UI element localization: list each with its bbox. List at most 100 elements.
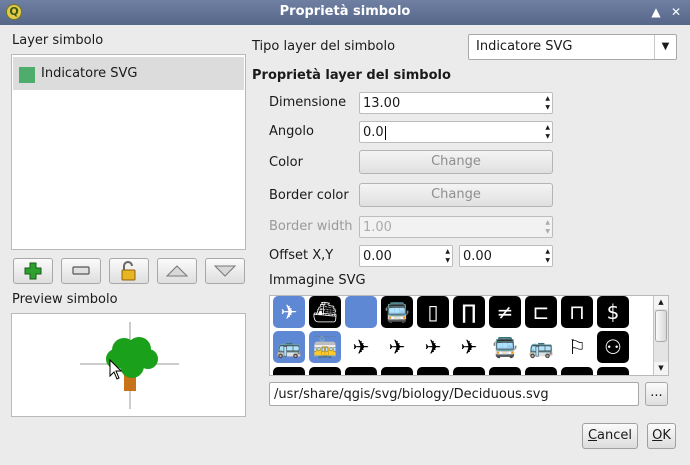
angle-spinbox[interactable]: 0.0 ▲ ▼ [359,121,553,143]
offset-label: Offset X,Y [269,248,334,263]
symbol-icon[interactable] [561,367,593,375]
symbol-preview [11,313,246,417]
add-layer-icon [24,262,42,280]
spin-up-icon[interactable]: ▲ [445,248,450,256]
window-title: Proprietà simbolo [279,4,411,19]
symbol-icon[interactable] [273,367,305,375]
scroll-down-icon[interactable]: ▼ [654,362,668,375]
spin-up-icon[interactable]: ▲ [545,95,550,103]
border-width-value: 1.00 [363,220,392,235]
size-value: 13.00 [363,96,401,111]
offset-y-value: 0.00 [463,249,492,264]
border-width-label: Border width [269,219,353,234]
ok-button[interactable]: OK [647,423,676,449]
symbol-icon[interactable] [489,367,521,375]
symbol-icon[interactable] [381,367,413,375]
tree-preview-icon [80,322,179,409]
blank-icon[interactable] [345,296,377,328]
ok-mnemonic: O [652,428,663,443]
svg-grid-scrollbar[interactable]: ▲ ▼ [653,296,668,375]
section-title: Proprietà layer del simbolo [252,68,451,83]
offset-x-value: 0.00 [363,249,392,264]
spin-down-icon[interactable]: ▼ [545,257,550,265]
airplane-icon[interactable]: ✈ [381,331,413,363]
spin-down-icon[interactable]: ▼ [545,133,550,141]
cancel-mnemonic: C [587,428,598,443]
layers-heading: Layer simbolo [12,33,104,48]
size-spinbox[interactable]: 13.00 ▲ ▼ [359,92,553,114]
scroll-thumb[interactable] [655,310,667,342]
bus-icon[interactable]: 🚌 [273,331,305,363]
add-layer-button[interactable] [13,258,53,284]
move-up-button[interactable] [157,258,197,284]
bus-stop-icon[interactable]: ⚐ [561,331,593,363]
cancel-button[interactable]: Cancel [582,423,638,449]
title-bar: Q Proprietà simbolo ▲ ✕ [0,0,690,25]
money-exchange-icon[interactable]: $ [597,296,629,328]
symbol-type-label: Tipo layer del simbolo [252,39,396,54]
chevron-down-icon: ▼ [654,35,676,59]
svg-path-field[interactable]: /usr/share/qgis/svg/biology/Deciduous.sv… [269,382,639,406]
border-color-change-button[interactable]: Change [359,183,553,207]
border-color-label: Border color [269,188,349,203]
bench-icon[interactable]: ⊓ [561,296,593,328]
gate-icon[interactable]: ∏ [453,296,485,328]
layer-item-label: Indicatore SVG [41,66,138,81]
airplane-icon[interactable]: ✈ [345,331,377,363]
lock-icon [121,261,136,281]
symbol-icon[interactable] [453,367,485,375]
ferry-icon[interactable]: ⛴ [309,296,341,328]
symbol-type-value: Indicatore SVG [476,39,573,54]
remove-layer-icon [72,266,90,275]
text-cursor [384,125,386,140]
symbol-icon[interactable] [597,367,629,375]
no-entry-icon[interactable]: ≠ [489,296,521,328]
airplane-icon[interactable]: ✈ [417,331,449,363]
scroll-up-icon[interactable]: ▲ [654,296,668,309]
color-label: Color [269,155,303,170]
close-icon[interactable]: ✕ [668,4,684,20]
svg-image-grid[interactable]: ✈ ⛴ 🚍 ▯ ∏ ≠ ⊏ ⊓ $ 🚌 🚋 ✈ ✈ ✈ ✈ 🚍 🚌 ⚐ ⚇ [269,295,669,376]
spin-up-icon[interactable]: ▲ [545,124,550,132]
color-change-button[interactable]: Change [359,150,553,174]
angle-value: 0.0 [363,125,384,140]
lock-layer-button[interactable] [109,258,149,284]
symbol-type-select[interactable]: Indicatore SVG ▼ [468,34,677,60]
border-width-spinbox[interactable]: 1.00 ▲ ▼ [359,216,553,238]
remove-layer-button[interactable] [61,258,101,284]
doorway-icon[interactable]: ▯ [417,296,449,328]
spin-down-icon[interactable]: ▼ [445,257,450,265]
people-icon[interactable]: ⚇ [597,331,629,363]
cancel-label: ancel [597,428,633,443]
spin-down-icon: ▼ [545,228,550,235]
ok-label: K [662,428,671,443]
layer-item-svg-marker[interactable]: Indicatore SVG [13,57,244,90]
airplane-icon[interactable]: ✈ [273,296,305,328]
svg-path-value: /usr/share/qgis/svg/biology/Deciduous.sv… [274,387,549,402]
preview-heading: Preview simbolo [12,292,118,307]
move-down-icon [213,265,237,277]
maximize-icon[interactable]: ▲ [648,4,664,20]
bus-icon[interactable]: 🚌 [525,331,557,363]
spin-up-icon[interactable]: ▲ [545,248,550,256]
symbol-icon[interactable] [417,367,449,375]
bus-front-icon[interactable]: 🚍 [381,296,413,328]
symbol-icon[interactable] [309,367,341,375]
barrier-icon[interactable]: ⊏ [525,296,557,328]
move-down-button[interactable] [205,258,245,284]
offset-y-spinbox[interactable]: 0.00 ▲ ▼ [459,245,553,267]
svg-image-label: Immagine SVG [269,273,366,288]
offset-x-spinbox[interactable]: 0.00 ▲ ▼ [359,245,453,267]
layer-color-swatch [19,67,35,83]
tram-icon[interactable]: 🚋 [309,331,341,363]
size-label: Dimensione [269,95,347,110]
spin-down-icon[interactable]: ▼ [545,104,550,112]
symbol-icon[interactable] [345,367,377,375]
layer-list[interactable]: Indicatore SVG [11,54,246,250]
airplane-icon[interactable]: ✈ [453,331,485,363]
symbol-icon[interactable] [525,367,557,375]
move-up-icon [165,265,189,277]
browse-button[interactable]: ... [645,382,668,406]
bus-front-icon[interactable]: 🚍 [489,331,521,363]
angle-label: Angolo [269,124,314,139]
